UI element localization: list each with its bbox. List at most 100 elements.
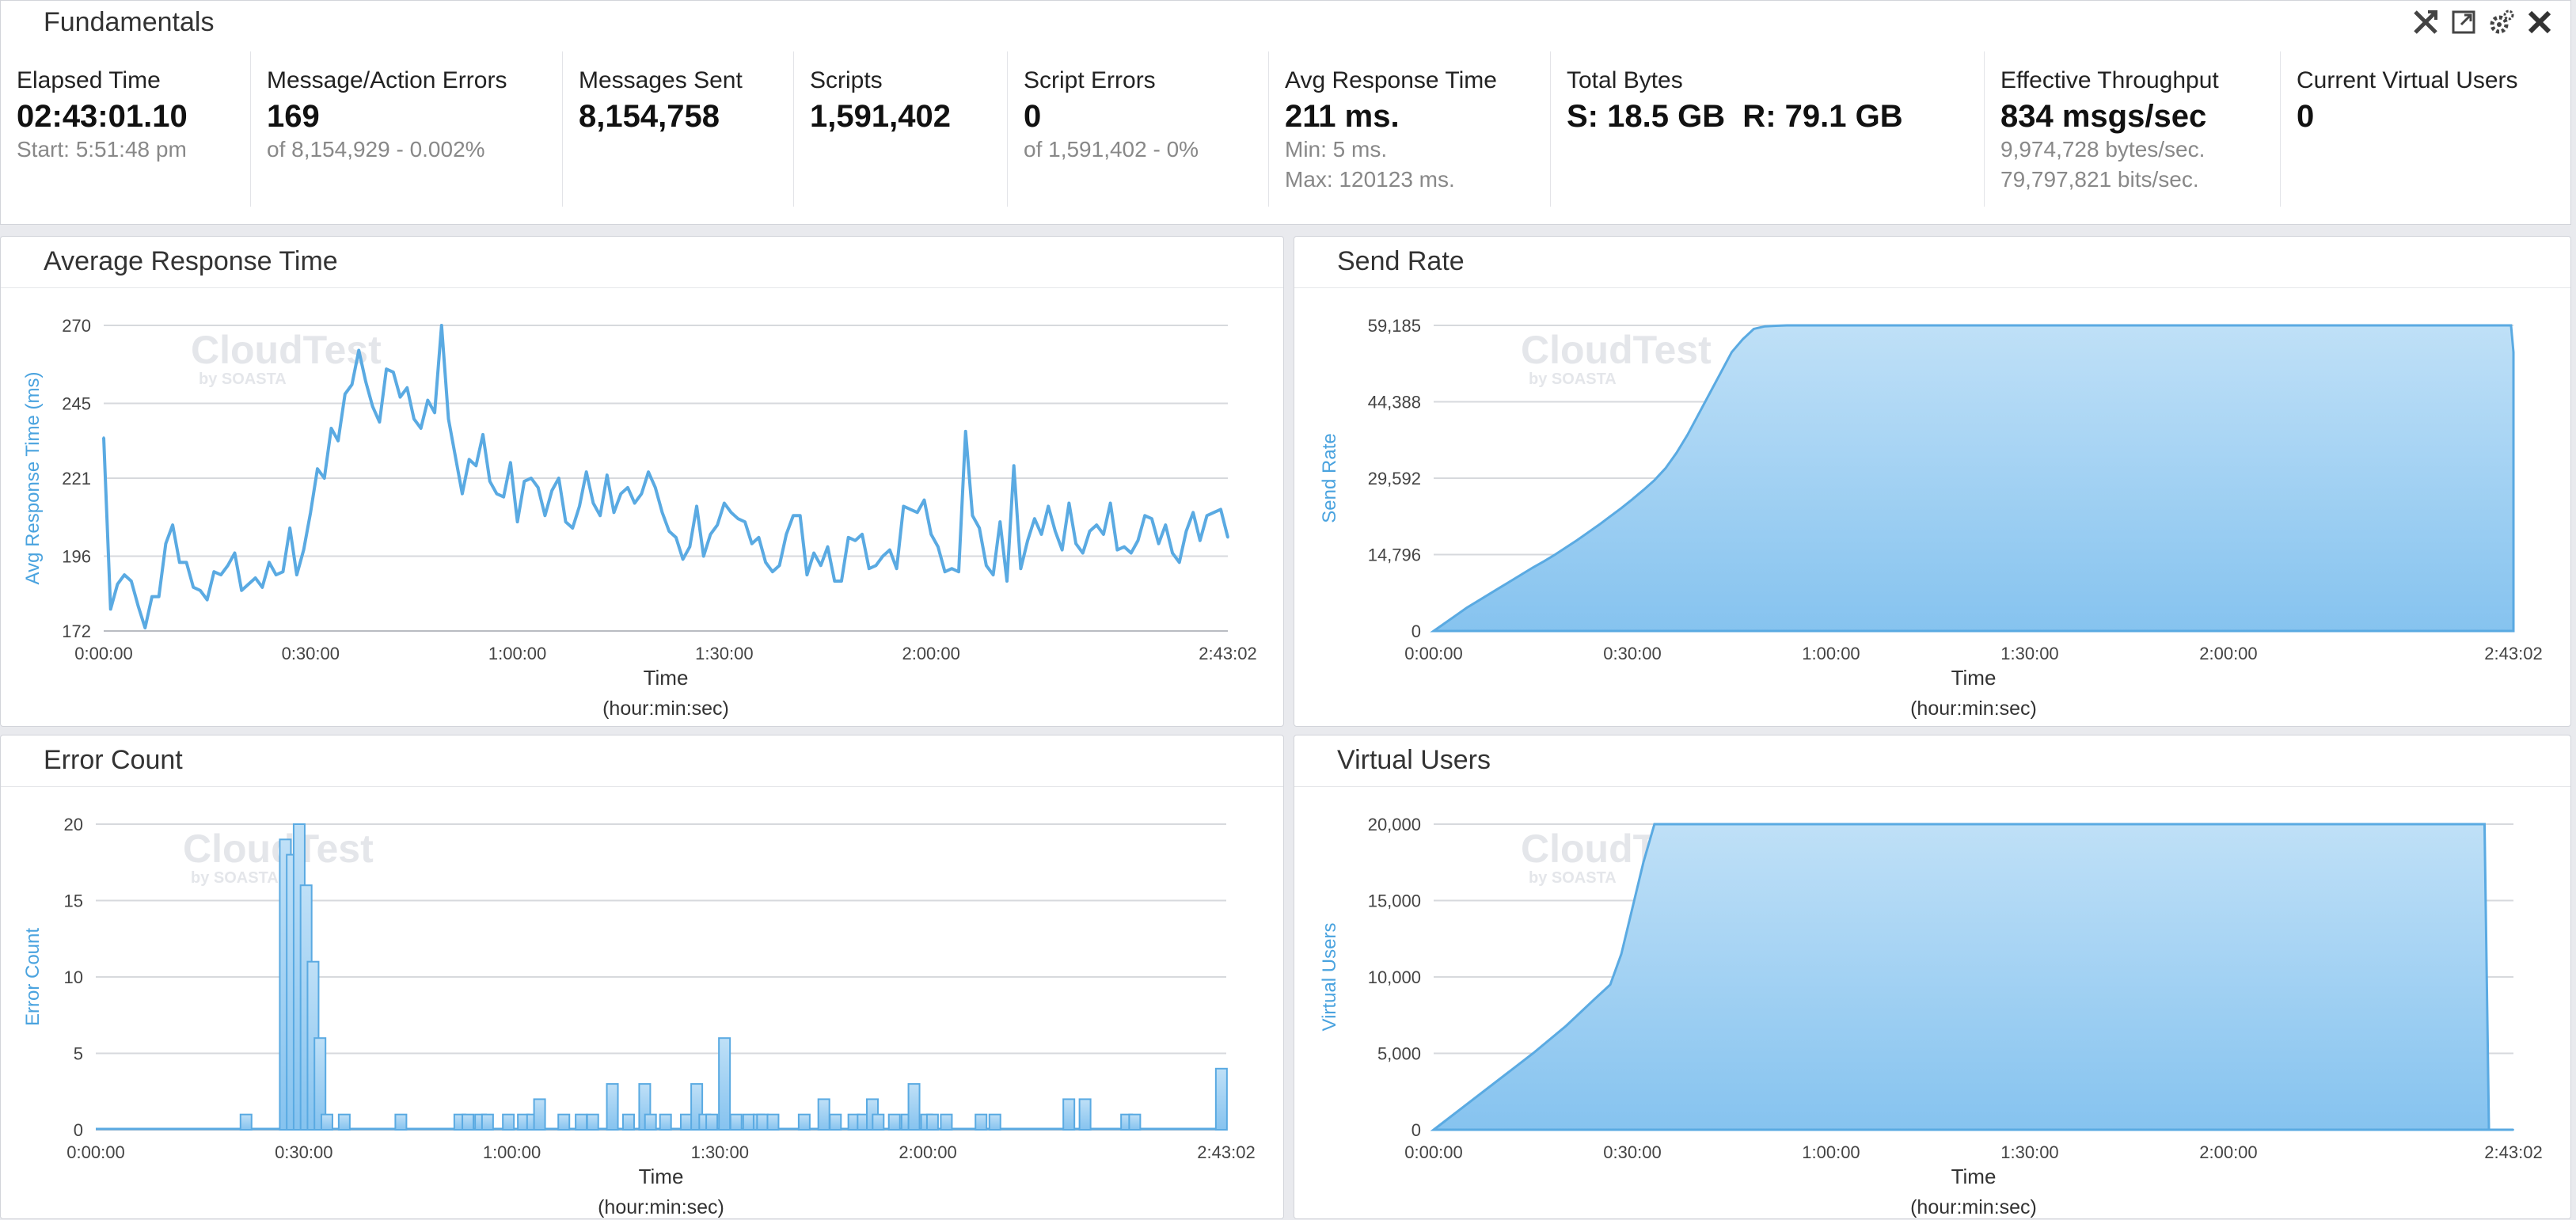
data-point (550, 489, 553, 492)
data-point (757, 536, 760, 539)
close-icon[interactable] (2525, 7, 2555, 37)
data-point (1487, 593, 1490, 595)
metric-sub: Start: 5:51:48 pm (17, 137, 187, 162)
data-point (2513, 1129, 2514, 1131)
bar (705, 1113, 719, 1131)
metric-elapsed-time: Elapsed Time 02:43:01.10 Start: 5:51:48 … (1, 51, 251, 207)
data-point (226, 564, 230, 567)
bar (606, 1083, 619, 1131)
bar (718, 1037, 731, 1131)
y-tick-label: 10 (64, 967, 83, 987)
data-point (199, 589, 202, 592)
metric-sub: of 8,154,929 - 0.002% (267, 137, 485, 162)
data-point (1664, 823, 1666, 825)
y-tick-label: 20,000 (1368, 815, 1421, 834)
data-point (1164, 523, 1167, 526)
data-point (743, 520, 747, 523)
data-point (633, 502, 636, 505)
data-point (2513, 351, 2514, 353)
data-point (1797, 325, 1799, 326)
data-point (1115, 549, 1119, 552)
metric-value: S: 18.5 GB R: 79.1 GB (1567, 99, 1903, 134)
data-point (1040, 533, 1043, 536)
data-point (833, 580, 836, 583)
data-point (591, 502, 595, 505)
fundamentals-panel: Fundamentals Elapsed Time 02:43:01.10 St… (0, 0, 2571, 225)
data-point (1150, 517, 1153, 520)
data-point (461, 492, 464, 496)
metric-effective-throughput: Effective Throughput 834 msgs/sec 9,974,… (1985, 51, 2281, 207)
data-point (1642, 861, 1644, 864)
bar (940, 1113, 953, 1131)
bar (621, 1113, 635, 1131)
data-point (598, 514, 602, 517)
data-point (219, 573, 222, 576)
data-point (440, 324, 443, 327)
y-tick-label: 5 (74, 1044, 83, 1064)
bar (1062, 1098, 1076, 1131)
data-point (840, 580, 843, 583)
data-point (516, 520, 519, 523)
data-point (454, 454, 457, 458)
y-tick-label: 245 (62, 393, 91, 413)
data-point (420, 427, 423, 430)
data-point (1532, 566, 1534, 568)
bar (829, 1113, 842, 1131)
data-point (412, 417, 416, 420)
data-point (1620, 507, 1623, 509)
metric-sub: Max: 120123 ms. (1285, 167, 1455, 192)
collapse-icon[interactable] (2411, 7, 2441, 37)
data-point (1609, 983, 1612, 986)
data-point (847, 536, 850, 539)
panel-average-response-time: Average Response Time CloudTest by SOASTA… (0, 236, 1284, 727)
watermark-sub: by SOASTA (191, 869, 279, 887)
data-point (929, 533, 933, 536)
data-point (571, 526, 574, 530)
data-point (344, 393, 347, 396)
data-point (1642, 488, 1644, 491)
data-point (978, 526, 981, 530)
metric-sub: Min: 5 ms. (1285, 137, 1388, 162)
data-point (819, 564, 823, 567)
data-point (426, 399, 429, 402)
data-point (233, 552, 236, 555)
data-point (351, 383, 354, 386)
data-point (1609, 515, 1612, 518)
x-axis-title: Time (1951, 666, 1997, 690)
data-point (736, 517, 739, 520)
data-point (2503, 325, 2506, 326)
data-point (171, 523, 174, 526)
bar (659, 1113, 672, 1131)
data-point (474, 464, 477, 467)
data-point (1565, 546, 1567, 549)
chart-average-response-time: CloudTestby SOASTA 172 196 221 245 270 0:00:00… (22, 316, 1257, 720)
data-point (826, 545, 830, 549)
settings-icon[interactable] (2487, 7, 2517, 37)
data-point (1521, 573, 1523, 576)
x-tick-label: 0:00:00 (1404, 644, 1462, 663)
data-point (468, 458, 471, 461)
data-point (2316, 325, 2318, 326)
x-axis-subtitle: (hour:min:sec) (1910, 1196, 2037, 1218)
data-point (557, 477, 560, 480)
y-tick-label: 15 (64, 891, 83, 911)
data-point (130, 580, 133, 583)
data-point (537, 486, 540, 489)
data-point (682, 557, 685, 561)
data-point (702, 554, 705, 557)
data-point (502, 496, 505, 499)
metric-messages-sent: Messages Sent 8,154,758 (563, 51, 794, 207)
bar (975, 1113, 988, 1131)
data-point (158, 595, 161, 599)
data-point (764, 561, 767, 564)
x-axis-title: Time (644, 666, 689, 690)
data-point (957, 570, 960, 573)
maximize-icon[interactable] (2449, 7, 2479, 37)
watermark-sub: by SOASTA (1529, 371, 1617, 388)
bar (742, 1113, 755, 1131)
metric-label: Messages Sent (579, 67, 743, 93)
data-point (660, 511, 663, 514)
bar (575, 1113, 588, 1131)
data-point (509, 461, 512, 464)
data-point (985, 564, 988, 567)
